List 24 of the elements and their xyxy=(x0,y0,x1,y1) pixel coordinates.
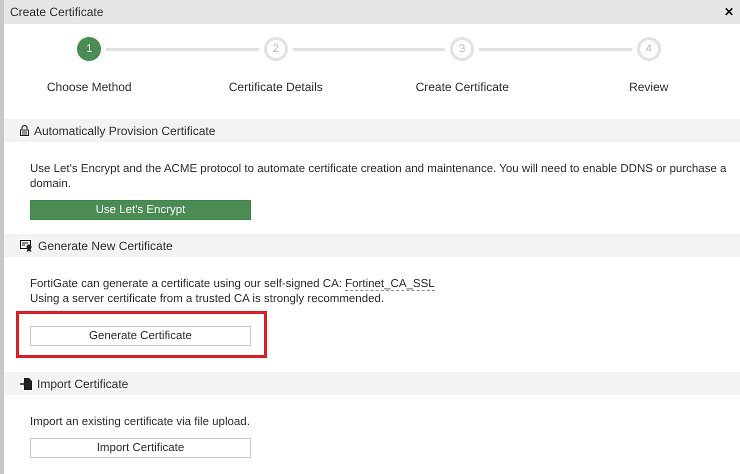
section-title: Generate New Certificate xyxy=(38,238,173,252)
step-circle: 2 xyxy=(264,37,288,61)
description-text: FortiGate can generate a certificate using our self-signed CA: Fortinet_CA_SSL xyxy=(30,277,436,292)
section-title: Import Certificate xyxy=(37,376,128,390)
action-button[interactable]: Import Certificate xyxy=(30,438,251,458)
action-button[interactable]: Use Let's Encrypt xyxy=(30,200,251,220)
description-text: Use Let's Encrypt and the ACME protocol to automate certificate creation and maintenance. You will need to enable DDNS or purchase a domain. xyxy=(30,162,728,192)
action-button[interactable]: Generate Certificate xyxy=(30,326,251,346)
step-circle: 3 xyxy=(450,37,474,61)
step-circle: 4 xyxy=(636,37,661,61)
step-label: Choose Method xyxy=(46,80,132,94)
description-text: Using a server certificate from a trusted CA is strongly recommended. xyxy=(30,292,386,307)
ca-link[interactable]: Fortinet_CA_SSL xyxy=(345,278,435,291)
step-circle: 1 xyxy=(77,37,102,61)
step-label: Review xyxy=(629,80,668,94)
step-label: Certificate Details xyxy=(228,80,323,94)
close-button[interactable]: ✕ xyxy=(724,5,734,19)
window-title: Create Certificate xyxy=(10,5,104,19)
padlock-icon xyxy=(20,125,29,136)
step-label: Create Certificate xyxy=(416,80,509,94)
file-import-icon xyxy=(20,378,32,390)
description-text: Import an existing certificate via file upload. xyxy=(30,415,251,430)
section-title: Automatically Provision Certificate xyxy=(34,124,216,138)
certificate-icon xyxy=(20,240,33,252)
